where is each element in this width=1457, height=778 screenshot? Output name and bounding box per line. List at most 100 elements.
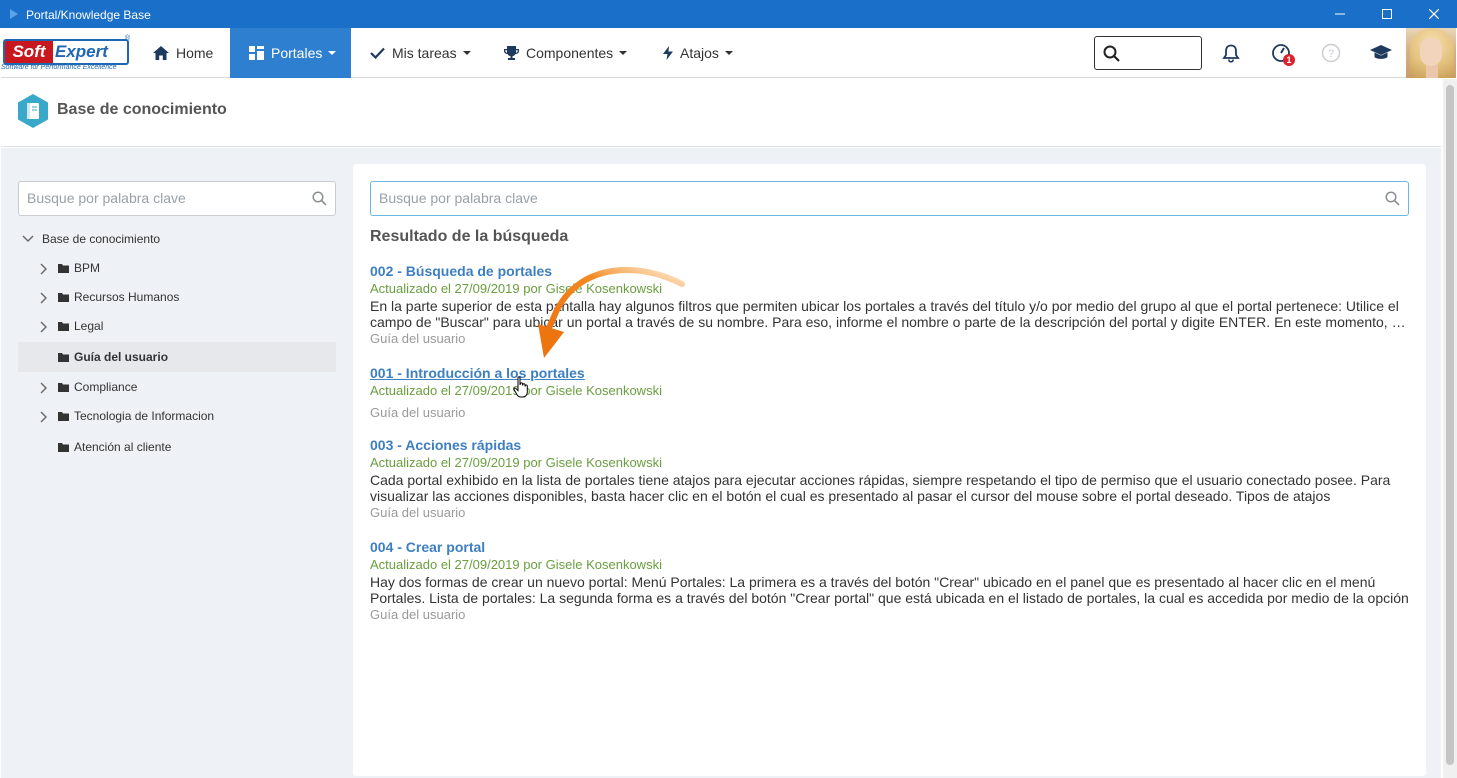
- tree-root-label: Base de conocimiento: [42, 232, 161, 246]
- result-item: 003 - Acciones rápidas Actualizado el 27…: [370, 436, 1410, 522]
- folder-icon: [58, 293, 69, 302]
- result-description: Hay dos formas de crear un nuevo portal:…: [370, 574, 1409, 606]
- nav-portales-label: Portales: [271, 45, 323, 61]
- nav-atajos[interactable]: Atajos: [663, 28, 733, 78]
- tree-item-legal[interactable]: Legal: [18, 311, 336, 341]
- chevron-right-icon[interactable]: [40, 263, 48, 275]
- result-category: Guía del usuario: [370, 607, 466, 622]
- knowledge-base-icon: [18, 94, 48, 128]
- chevron-down-icon: [724, 51, 733, 55]
- app-icon: [10, 9, 18, 19]
- scrollbar-thumb[interactable]: [1446, 85, 1454, 765]
- user-avatar[interactable]: [1406, 28, 1456, 78]
- window-titlebar: Portal/Knowledge Base: [0, 0, 1457, 28]
- nav-home[interactable]: Home: [153, 28, 213, 78]
- results-search-input[interactable]: [379, 190, 1359, 206]
- help-icon: ?: [1321, 43, 1341, 63]
- registered-mark: ®: [125, 35, 131, 42]
- result-title-link[interactable]: 003 - Acciones rápidas: [370, 436, 1410, 454]
- close-icon: [1429, 9, 1439, 19]
- folder-icon: [58, 353, 69, 362]
- tree-item-label: Compliance: [74, 380, 138, 394]
- global-search-input[interactable]: [1094, 36, 1202, 70]
- minimize-icon: [1335, 13, 1345, 15]
- tree-item-tecnologia-de-informacion[interactable]: Tecnologia de Informacion: [18, 401, 336, 431]
- maximize-icon: [1382, 9, 1392, 19]
- sidebar-search-input[interactable]: [27, 190, 297, 206]
- hand-cursor-icon: [513, 376, 528, 398]
- portal-grid-icon: [249, 46, 264, 60]
- chevron-down-icon: [462, 51, 471, 55]
- top-navbar: Soft Expert ® Software for Performance E…: [1, 28, 1456, 78]
- window-title: Portal/Knowledge Base: [26, 8, 151, 22]
- result-meta: Actualizado el 27/09/2019 por Gisele Kos…: [370, 455, 662, 470]
- learning-button[interactable]: [1369, 41, 1393, 65]
- result-category: Guía del usuario: [370, 405, 466, 420]
- avatar-neck: [1426, 64, 1438, 78]
- tasks-button[interactable]: 1: [1269, 41, 1295, 66]
- results-title: Resultado de la búsqueda: [370, 228, 569, 245]
- tree-item-label: Recursos Humanos: [74, 290, 180, 304]
- chevron-down-icon: [619, 51, 628, 55]
- folder-icon: [58, 322, 69, 331]
- logo-box: Soft Expert: [3, 39, 129, 65]
- help-button[interactable]: ?: [1319, 41, 1343, 65]
- trophy-icon: [504, 46, 519, 60]
- folder-icon: [58, 443, 69, 452]
- chevron-right-icon[interactable]: [40, 411, 48, 423]
- maximize-button[interactable]: [1364, 0, 1410, 28]
- nav-atajos-label: Atajos: [680, 45, 719, 61]
- result-description: Cada portal exhibido en la lista de port…: [370, 472, 1391, 504]
- checkmark-icon: [370, 47, 385, 59]
- tree-item-label: Atención al cliente: [74, 440, 172, 454]
- minimize-button[interactable]: [1317, 0, 1363, 28]
- tasks-badge: 1: [1283, 54, 1295, 66]
- notifications-button[interactable]: [1219, 41, 1243, 65]
- tree-item-label: Guía del usuario: [74, 350, 169, 364]
- svg-text:?: ?: [1328, 48, 1334, 60]
- result-item: 004 - Crear portal Actualizado el 27/09/…: [370, 538, 1410, 624]
- annotation-arrow-icon: [538, 266, 685, 358]
- search-icon[interactable]: [1385, 191, 1400, 206]
- logo-tagline: Software for Performance Excellence: [1, 64, 117, 71]
- result-title-link[interactable]: 004 - Crear portal: [370, 538, 1410, 556]
- folder-icon: [58, 264, 69, 273]
- chevron-right-icon[interactable]: [40, 292, 48, 304]
- lightning-icon: [663, 46, 673, 60]
- sidebar-search-field[interactable]: [18, 181, 336, 216]
- avatar-face: [1420, 38, 1442, 66]
- nav-mis-tareas[interactable]: Mis tareas: [370, 28, 471, 78]
- tree-item-label: Legal: [74, 319, 104, 333]
- chevron-right-icon[interactable]: [40, 382, 48, 394]
- close-button[interactable]: [1411, 0, 1457, 28]
- graduation-cap-icon: [1370, 45, 1392, 59]
- search-icon[interactable]: [312, 191, 327, 206]
- tree-item-recursos-humanos[interactable]: Recursos Humanos: [18, 282, 336, 312]
- tree-item-compliance[interactable]: Compliance: [18, 372, 336, 402]
- bell-icon: [1222, 44, 1240, 63]
- page-title: Base de conocimiento: [57, 101, 227, 118]
- tree-item-label: Tecnologia de Informacion: [74, 409, 215, 423]
- results-search-field[interactable]: [370, 181, 1409, 216]
- tree-root-item[interactable]: Base de conocimiento: [22, 231, 160, 247]
- logo-expert-text: Expert: [55, 42, 108, 61]
- page-scrollbar[interactable]: [1443, 79, 1457, 778]
- nav-componentes[interactable]: Componentes: [504, 28, 628, 78]
- tree-item-bpm[interactable]: BPM: [18, 253, 336, 283]
- chevron-down-icon: [328, 51, 337, 55]
- home-icon: [153, 46, 169, 60]
- folder-icon: [58, 412, 69, 421]
- nav-portales[interactable]: Portales: [230, 28, 351, 78]
- nav-componentes-label: Componentes: [526, 45, 614, 61]
- softexpert-logo[interactable]: Soft Expert ® Software for Performance E…: [1, 35, 133, 75]
- chevron-down-icon[interactable]: [22, 235, 34, 243]
- search-icon: [1103, 45, 1120, 62]
- logo-soft-text: Soft: [5, 41, 53, 63]
- chevron-right-icon[interactable]: [40, 321, 48, 333]
- page-header: Base de conocimiento: [1, 79, 1441, 147]
- nav-home-label: Home: [176, 45, 214, 61]
- nav-mis-tareas-label: Mis tareas: [392, 45, 457, 61]
- result-meta: Actualizado el 27/09/2019 por Gisele Kos…: [370, 557, 662, 572]
- tree-item-atencion-al-cliente[interactable]: Atención al cliente: [18, 432, 336, 462]
- tree-item-guia-del-usuario[interactable]: Guía del usuario: [18, 342, 336, 372]
